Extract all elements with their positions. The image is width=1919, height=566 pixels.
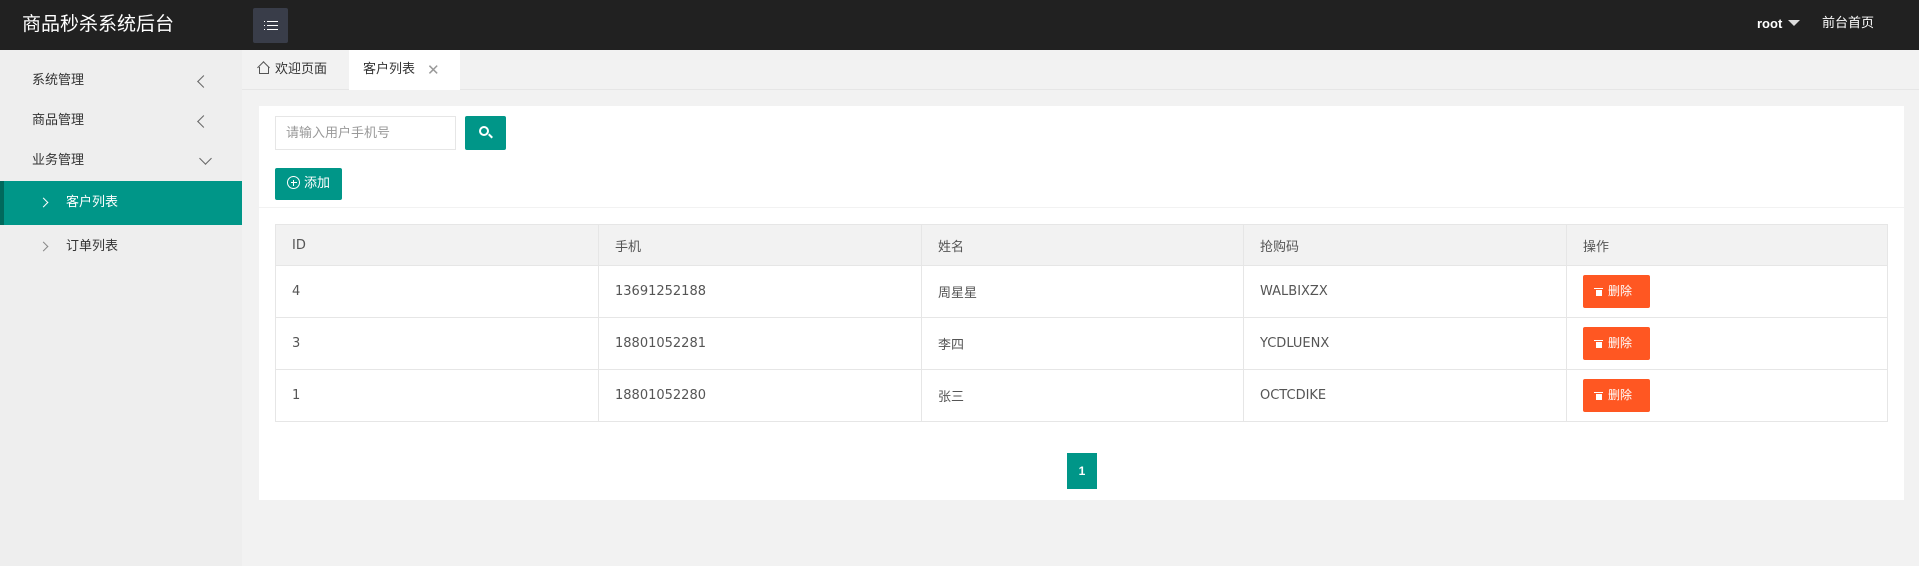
table-header-row: ID 手机 姓名 抢购码 操作 [275,224,1888,266]
chevron-right-icon [38,241,49,252]
column-header-id: ID [275,224,599,266]
username: root [1757,16,1783,31]
cell-name: 李四 [921,317,1244,370]
home-icon [257,62,269,74]
add-button[interactable]: 添加 [275,168,342,200]
sidebar-item-orders[interactable]: 订单列表 [0,225,242,269]
sidebar-item-label: 商品管理 [32,113,85,128]
app-title: 商品秒杀系统后台 [22,13,175,35]
sidebar-item-system[interactable]: 系统管理 [0,61,242,101]
close-icon[interactable]: ✕ [427,50,440,90]
sidebar-item-label: 客户列表 [66,195,119,210]
add-button-label: 添加 [304,176,331,191]
list-icon [263,20,278,31]
chevron-down-icon [199,152,212,165]
trash-icon [1594,391,1603,400]
user-dropdown[interactable]: root [1757,0,1801,50]
cell-id: 4 [275,265,599,318]
cell-phone: 18801052281 [598,317,922,370]
cell-code: OCTCDIKE [1243,369,1567,422]
chevron-right-icon [38,197,49,208]
tab-customers[interactable]: 客户列表 ✕ [349,50,460,90]
caret-down-icon [1788,20,1801,26]
delete-label: 删除 [1608,336,1633,350]
trash-icon [1594,287,1603,296]
cell-name: 周星星 [921,265,1244,318]
cell-id: 1 [275,369,599,422]
chevron-left-icon [197,115,210,128]
sidebar-item-label: 系统管理 [32,73,85,88]
cell-action: 删除 [1566,317,1888,370]
cell-id: 3 [275,317,599,370]
trash-icon [1594,339,1603,348]
tab-welcome[interactable]: 欢迎页面 [257,50,333,90]
cell-action: 删除 [1566,369,1888,422]
column-header-name: 姓名 [921,224,1244,266]
sidebar-item-goods[interactable]: 商品管理 [0,101,242,141]
cell-action: 删除 [1566,265,1888,318]
sidebar-item-business[interactable]: 业务管理 [0,141,242,181]
cell-phone: 13691252188 [598,265,922,318]
top-header: 商品秒杀系统后台 root 前台首页 [0,0,1919,50]
tab-label: 欢迎页面 [275,62,328,77]
divider [259,207,1904,208]
delete-button[interactable]: 删除 [1583,327,1650,360]
sidebar-item-customers[interactable]: 客户列表 [0,181,242,225]
cell-name: 张三 [921,369,1244,422]
table-row: 3 18801052281 李四 YCDLUENX 删除 [275,317,1888,370]
menu-toggle-button[interactable] [253,8,288,43]
column-header-action: 操作 [1566,224,1888,266]
tab-bar: 欢迎页面 客户列表 ✕ [242,50,1919,90]
chevron-left-icon [197,75,210,88]
delete-button[interactable]: 删除 [1583,275,1650,308]
cell-phone: 18801052280 [598,369,922,422]
front-home-link[interactable]: 前台首页 [1822,0,1874,50]
add-circle-icon [287,176,300,189]
tab-label: 客户列表 [363,62,416,77]
page-button-current[interactable]: 1 [1067,453,1097,489]
delete-label: 删除 [1608,388,1633,402]
delete-label: 删除 [1608,284,1633,298]
sidebar-item-label: 业务管理 [32,153,85,168]
column-header-phone: 手机 [598,224,922,266]
table-row: 1 18801052280 张三 OCTCDIKE 删除 [275,369,1888,422]
sidebar-item-label: 订单列表 [66,239,119,254]
cell-code: WALBIXZX [1243,265,1567,318]
sidebar: 系统管理 商品管理 业务管理 客户列表 订单列表 [0,50,242,566]
delete-button[interactable]: 删除 [1583,379,1650,412]
customer-table: ID 手机 姓名 抢购码 操作 4 13691252188 周星星 WALBIX… [275,224,1888,422]
search-button[interactable] [465,116,506,150]
table-row: 4 13691252188 周星星 WALBIXZX 删除 [275,265,1888,318]
cell-code: YCDLUENX [1243,317,1567,370]
column-header-code: 抢购码 [1243,224,1567,266]
phone-search-input[interactable] [275,116,456,150]
